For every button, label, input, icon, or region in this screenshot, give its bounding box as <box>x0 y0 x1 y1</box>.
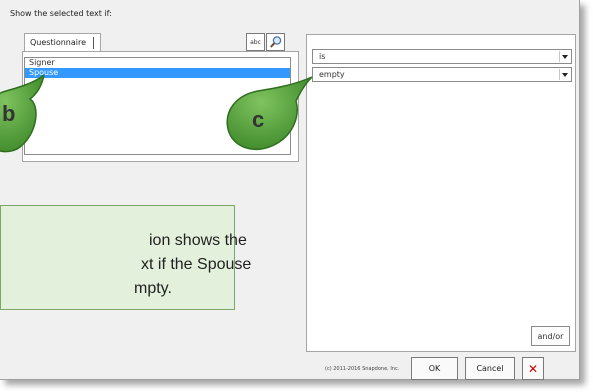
operator-select[interactable]: is <box>312 49 572 64</box>
annotation-label-b: b <box>2 101 16 126</box>
callout-line: mpty. <box>134 280 172 297</box>
callout-line: ion shows the <box>149 232 247 249</box>
annotation-bubble-c: c <box>224 75 314 165</box>
value-select[interactable]: empty <box>312 67 572 82</box>
callout-line: xt if the Spouse <box>141 256 252 273</box>
close-icon[interactable]: ✕ <box>522 357 544 380</box>
annotation-bubble-b: b <box>0 73 70 160</box>
copyright-text: (c) 2011-2016 Snapdone, Inc. <box>325 366 400 372</box>
tab-questionnaire[interactable]: Questionnaire <box>24 33 101 51</box>
ok-button[interactable]: OK <box>411 357 458 380</box>
speech-bubble-icon <box>226 76 313 151</box>
condition-dialog: Show the selected text if: Questionnaire… <box>0 0 580 380</box>
search-button[interactable] <box>266 33 285 51</box>
dialog-caption: Show the selected text if: <box>10 9 112 18</box>
chevron-down-icon[interactable] <box>559 69 570 80</box>
search-icon <box>269 36 281 48</box>
abc-toggle-button[interactable]: abc <box>246 33 265 51</box>
chevron-down-icon[interactable] <box>559 51 570 62</box>
cancel-button[interactable]: Cancel <box>465 357 515 380</box>
explanation-callout: ion shows the xt if the Spouse mpty. <box>0 205 251 310</box>
operator-value: is <box>319 52 326 61</box>
andor-button[interactable]: and/or <box>531 326 570 346</box>
value-value: empty <box>319 70 345 79</box>
annotation-label-c: c <box>252 107 265 132</box>
list-item[interactable]: Signer <box>25 58 290 68</box>
